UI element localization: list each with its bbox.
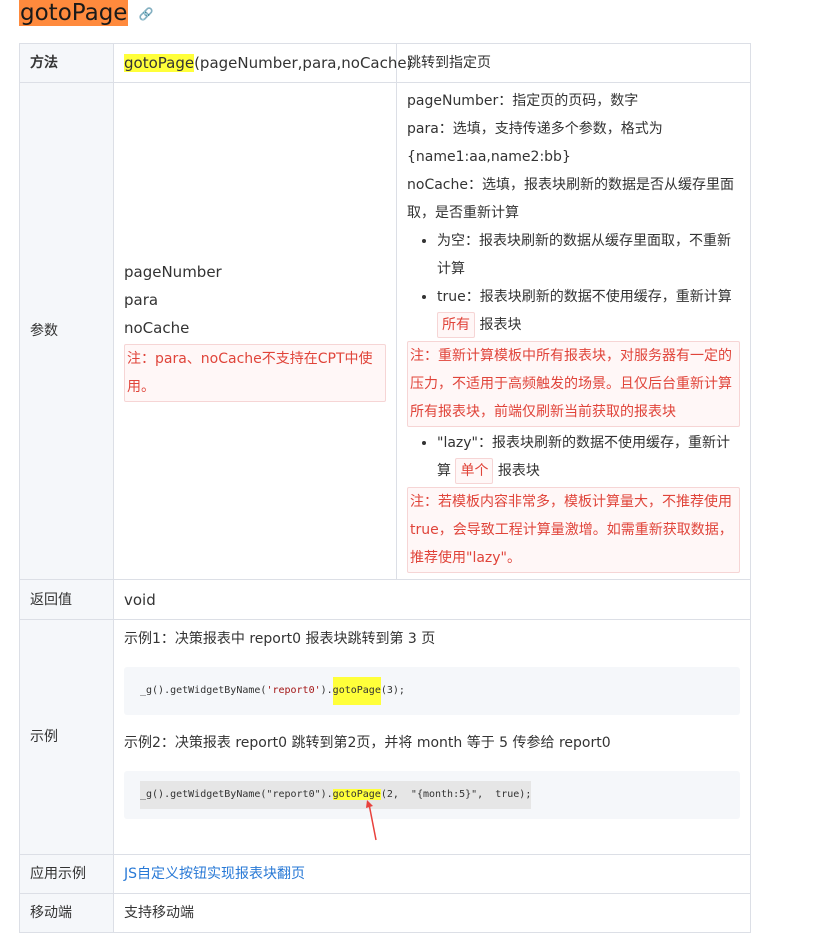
usage-link[interactable]: JS自定义按钮实现报表块翻页 bbox=[124, 866, 305, 882]
row-params: 参数 pageNumber para noCache 注：para、noCach… bbox=[19, 82, 751, 580]
example-cell: 示例1：决策报表中 report0 报表块跳转到第 3 页 _g().getWi… bbox=[113, 619, 751, 855]
example1-text: 示例1：决策报表中 report0 报表块跳转到第 3 页 bbox=[124, 631, 436, 647]
code2-part-a: _g().getWidgetByName("report0"). bbox=[140, 789, 333, 800]
desc-pagenumber: pageNumber：指定页的页码，数字 bbox=[407, 93, 639, 109]
link-icon[interactable]: 🔗 bbox=[138, 7, 153, 21]
title-text: gotoPage bbox=[19, 0, 129, 26]
code1-fn: gotoPage bbox=[332, 677, 381, 705]
params-note: 注：para、noCache不支持在CPT中使用。 bbox=[124, 344, 386, 402]
params-names-cell: pageNumber para noCache 注：para、noCache不支… bbox=[113, 82, 397, 580]
note-lazy: 注：若模板内容非常多，模板计算量大，不推荐使用true，会导致工程计算量激增。如… bbox=[407, 487, 740, 573]
row-method: 方法 gotoPage(pageNumber,para,noCache) 跳转到… bbox=[19, 43, 751, 83]
usage-cell: JS自定义按钮实现报表块翻页 bbox=[113, 854, 751, 894]
desc-nocache: noCache：选填，报表块刷新的数据是否从缓存里面取，是否重新计算 bbox=[407, 177, 734, 221]
example1-code[interactable]: _g().getWidgetByName('report0'). gotoPage… bbox=[124, 667, 740, 715]
method-name: gotoPage bbox=[124, 54, 195, 72]
option-lazy: "lazy"：报表块刷新的数据不使用缓存，重新计算 单个 报表块 bbox=[437, 429, 740, 485]
param-nocache: noCache bbox=[124, 319, 190, 337]
row-returns: 返回值 void bbox=[19, 579, 751, 620]
code1-part-b: ). bbox=[320, 685, 333, 696]
code2-part-c: (2, "{month:5}", true); bbox=[380, 789, 532, 800]
row-usage: 应用示例 JS自定义按钮实现报表块翻页 bbox=[19, 854, 751, 894]
tag-all: 所有 bbox=[437, 312, 475, 338]
method-label: 方法 bbox=[19, 43, 114, 83]
code1-part-c: (3); bbox=[380, 685, 405, 696]
method-signature: gotoPage(pageNumber,para,noCache) bbox=[113, 43, 412, 83]
returns-label: 返回值 bbox=[19, 579, 114, 620]
returns-value: void bbox=[113, 579, 751, 620]
note-true: 注：重新计算模板中所有报表块，对服务器有一定的压力，不适用于高频触发的场景。且仅… bbox=[407, 341, 740, 427]
mobile-value: 支持移动端 bbox=[113, 893, 751, 933]
mobile-label: 移动端 bbox=[19, 893, 114, 933]
example2-code[interactable]: _g().getWidgetByName("report0").gotoPage… bbox=[124, 771, 740, 819]
example-label: 示例 bbox=[19, 619, 114, 855]
param-pagenumber: pageNumber bbox=[124, 263, 222, 281]
usage-label: 应用示例 bbox=[19, 854, 114, 894]
option-true: true：报表块刷新的数据不使用缓存，重新计算所有 报表块 bbox=[437, 283, 740, 339]
code2-selection: _g().getWidgetByName("report0").gotoPage… bbox=[140, 781, 532, 809]
option-true-suffix: 报表块 bbox=[479, 317, 522, 333]
params-label: 参数 bbox=[19, 82, 114, 580]
tag-single: 单个 bbox=[455, 458, 494, 484]
param-para: para bbox=[124, 291, 159, 309]
annotation-arrow-icon bbox=[366, 800, 377, 841]
method-desc: 跳转到指定页 bbox=[396, 43, 751, 83]
option-empty: 为空：报表块刷新的数据从缓存里面取，不重新计算 bbox=[437, 227, 740, 283]
nocache-options: 为空：报表块刷新的数据从缓存里面取，不重新计算 true：报表块刷新的数据不使用… bbox=[407, 227, 740, 339]
option-lazy-suffix: 报表块 bbox=[497, 463, 540, 479]
page-title: gotoPage 🔗 bbox=[19, 0, 153, 26]
code1-part-a: _g().getWidgetByName( bbox=[140, 685, 267, 696]
method-args: (pageNumber,para,noCache) bbox=[194, 54, 413, 72]
code1-string: 'report0' bbox=[266, 685, 321, 696]
desc-para: para：选填，支持传递多个参数，格式为{name1:aa,name2:bb} bbox=[407, 121, 663, 165]
row-mobile: 移动端 支持移动端 bbox=[19, 893, 751, 933]
option-true-text: true：报表块刷新的数据不使用缓存，重新计算 bbox=[437, 289, 732, 305]
params-desc-cell: pageNumber：指定页的页码，数字 para：选填，支持传递多个参数，格式… bbox=[396, 82, 751, 580]
nocache-options-2: "lazy"：报表块刷新的数据不使用缓存，重新计算 单个 报表块 bbox=[407, 429, 740, 485]
code2-fn: gotoPage bbox=[332, 789, 381, 800]
example2-text: 示例2：决策报表 report0 跳转到第2页，并将 month 等于 5 传参… bbox=[124, 735, 611, 751]
